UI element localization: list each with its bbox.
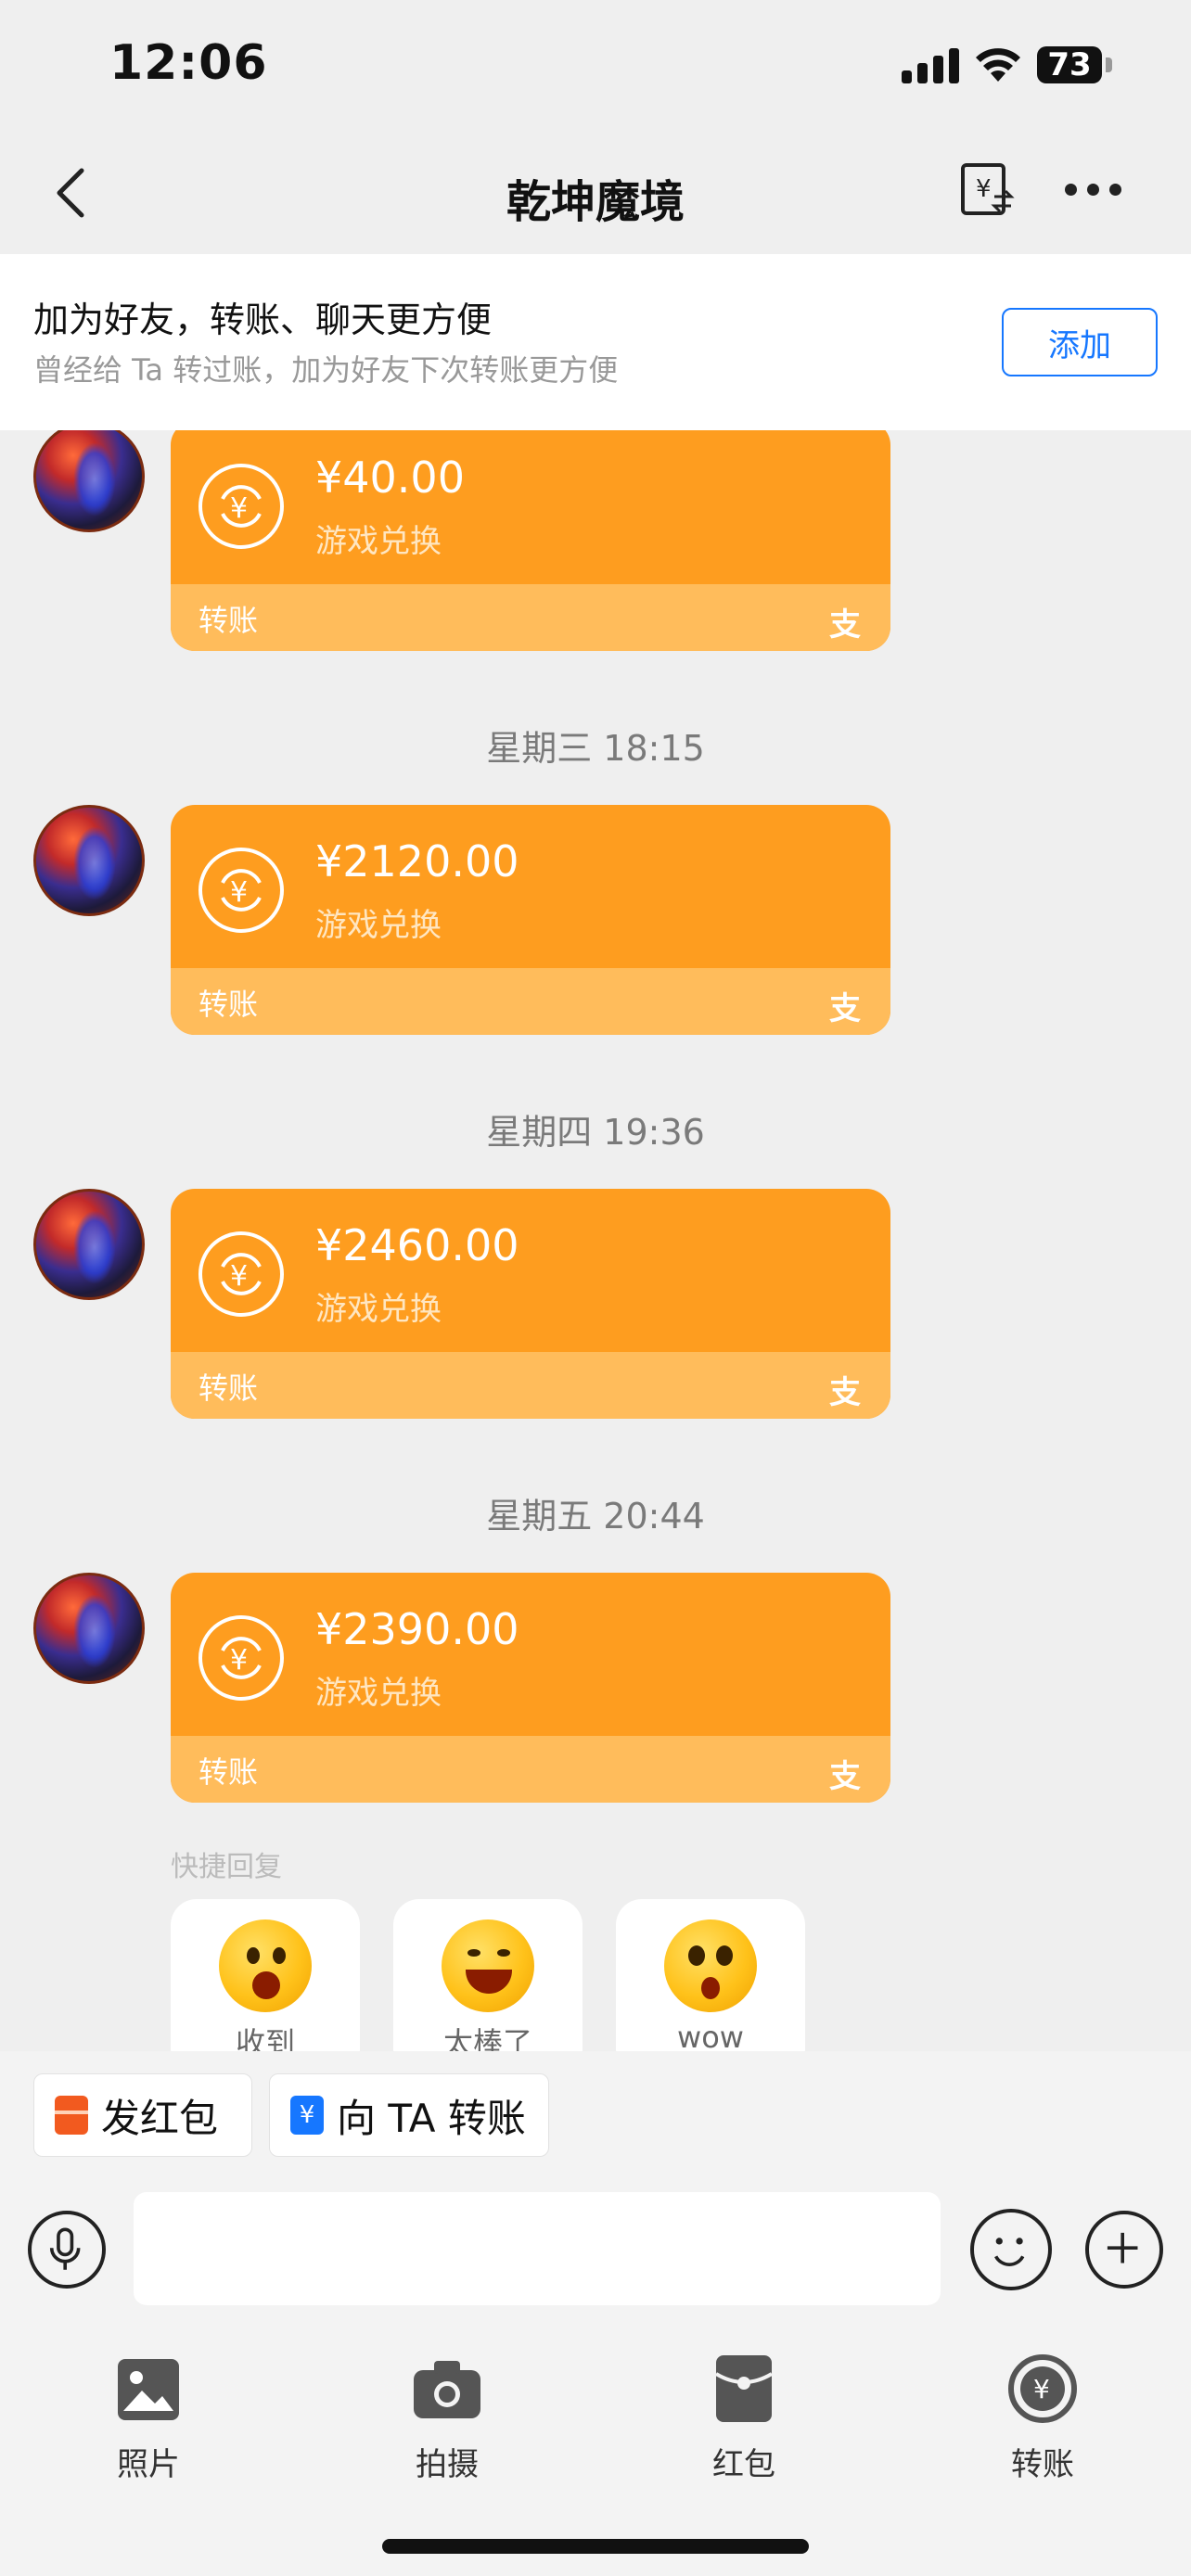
transfer-amount: ¥2390.00 [315,1604,519,1654]
add-friend-button[interactable]: 添加 [1002,308,1158,376]
avatar[interactable] [33,1573,145,1684]
signal-icon [902,48,959,83]
nav-bar: 乾坤魔境 ¥ [0,130,1191,254]
emoji-icon[interactable] [970,2209,1052,2290]
battery-icon: 73 [1037,46,1102,83]
red-packet-icon [714,2355,774,2422]
transfer-card[interactable]: ¥ ¥40.00 游戏兑换 转账 支 [171,430,890,651]
transfer-desc: 游戏兑换 [315,1675,442,1712]
ok-emoji-icon [219,1919,312,2012]
battery-nub [1106,57,1112,72]
avatar[interactable] [33,805,145,916]
transfer-amount: ¥2120.00 [315,836,519,886]
transfer-circle-icon: ¥ [198,464,284,549]
svg-text:¥: ¥ [230,492,248,525]
transfer-to-ta-label: 向 TA 转账 [337,2095,526,2141]
quick-reply-text: wow [677,2020,744,2051]
card-footer: 转账 支 [171,968,890,1035]
banner-title: 加为好友，转账、聊天更方便 [33,300,493,340]
transfer-desc: 游戏兑换 [315,1291,442,1328]
transfer-small-icon: ¥ [290,2096,324,2135]
transfer-card[interactable]: ¥ ¥2390.00 游戏兑换 转账 支 [171,1573,890,1803]
tool-label: 转账 [1011,2446,1074,2483]
home-indicator [382,2539,809,2554]
tool-camera[interactable]: 拍摄 [382,2339,512,2483]
transfer-card[interactable]: ¥ ¥2120.00 游戏兑换 转账 支 [171,805,890,1035]
plus-icon[interactable] [1085,2211,1163,2289]
transfer-card[interactable]: ¥ ¥2460.00 游戏兑换 转账 支 [171,1189,890,1419]
status-bar: 12:06 73 [0,0,1191,130]
banner-subtitle: 曾经给 Ta 转过账，加为好友下次转账更方便 [33,352,619,388]
message-input[interactable] [134,2192,941,2305]
tool-label: 照片 [117,2446,180,2483]
svg-text:¥: ¥ [230,876,248,909]
alipay-icon: 支 [829,1758,861,1795]
timestamp: 星期四 19:36 [486,1112,705,1153]
card-footer-label: 转账 [198,1754,259,1790]
transfer-icon: ¥ [1008,2354,1077,2423]
quick-reply-item[interactable]: 太棒了 [393,1899,583,2051]
transfer-desc: 游戏兑换 [315,907,442,944]
transfer-desc: 游戏兑换 [315,523,442,560]
transfer-circle-icon: ¥ [198,1231,284,1317]
card-footer: 转账 支 [171,1352,890,1419]
svg-text:¥: ¥ [976,175,992,203]
exchange-icon[interactable]: ¥ [959,159,1015,221]
tool-red-packet[interactable]: 红包 [679,2339,809,2483]
alipay-icon: 支 [829,990,861,1027]
alipay-icon: 支 [829,1374,861,1411]
timestamp: 星期三 18:15 [486,728,705,769]
tool-transfer[interactable]: ¥ 转账 [978,2339,1108,2483]
composer: 发红包 ¥ 向 TA 转账 照片 拍摄 红包 ¥ 转账 [0,2051,1191,2576]
transfer-circle-icon: ¥ [198,848,284,933]
chat-list[interactable]: ¥ ¥40.00 游戏兑换 转账 支 星期三 18:15 ¥ ¥2120.00 … [0,430,1191,2051]
quick-reply-item[interactable]: wow [616,1899,805,2051]
card-footer-label: 转账 [198,603,259,638]
camera-icon [414,2361,480,2418]
transfer-to-ta-button[interactable]: ¥ 向 TA 转账 [269,2073,549,2157]
photo-icon [118,2359,179,2420]
tool-label: 红包 [712,2446,775,2483]
quick-reply-text: 太棒了 [442,2025,532,2051]
tool-label: 拍摄 [416,2446,479,2483]
quick-reply-item[interactable]: 收到 [171,1899,360,2051]
timestamp: 星期五 20:44 [486,1496,705,1537]
card-footer: 转账 支 [171,1736,890,1803]
transfer-amount: ¥40.00 [315,453,465,503]
wifi-icon [976,48,1020,82]
alipay-icon: 支 [829,606,861,644]
voice-icon[interactable] [28,2211,106,2289]
avatar[interactable] [33,1189,145,1300]
avatar[interactable] [33,430,145,532]
svg-text:¥: ¥ [230,1260,248,1293]
svg-text:¥: ¥ [230,1644,248,1677]
quick-reply-text: 收到 [235,2025,295,2051]
transfer-amount: ¥2460.00 [315,1220,519,1270]
transfer-circle-icon: ¥ [198,1615,284,1701]
card-footer-label: 转账 [198,1371,259,1406]
more-icon[interactable] [1065,178,1122,200]
laugh-cry-emoji-icon [442,1919,534,2012]
wow-emoji-icon [664,1919,757,2012]
card-footer: 转账 支 [171,584,890,651]
status-time: 12:06 [109,35,268,91]
red-packet-icon [55,2096,88,2135]
card-footer-label: 转账 [198,987,259,1022]
tool-photo[interactable]: 照片 [83,2339,213,2483]
svg-text:¥: ¥ [1033,2374,1050,2404]
quick-reply-label: 快捷回复 [171,1851,282,1883]
add-friend-banner: 加为好友，转账、聊天更方便 曾经给 Ta 转过账，加为好友下次转账更方便 添加 [0,254,1191,430]
red-packet-button[interactable]: 发红包 [33,2073,252,2157]
red-packet-label: 发红包 [101,2095,219,2141]
